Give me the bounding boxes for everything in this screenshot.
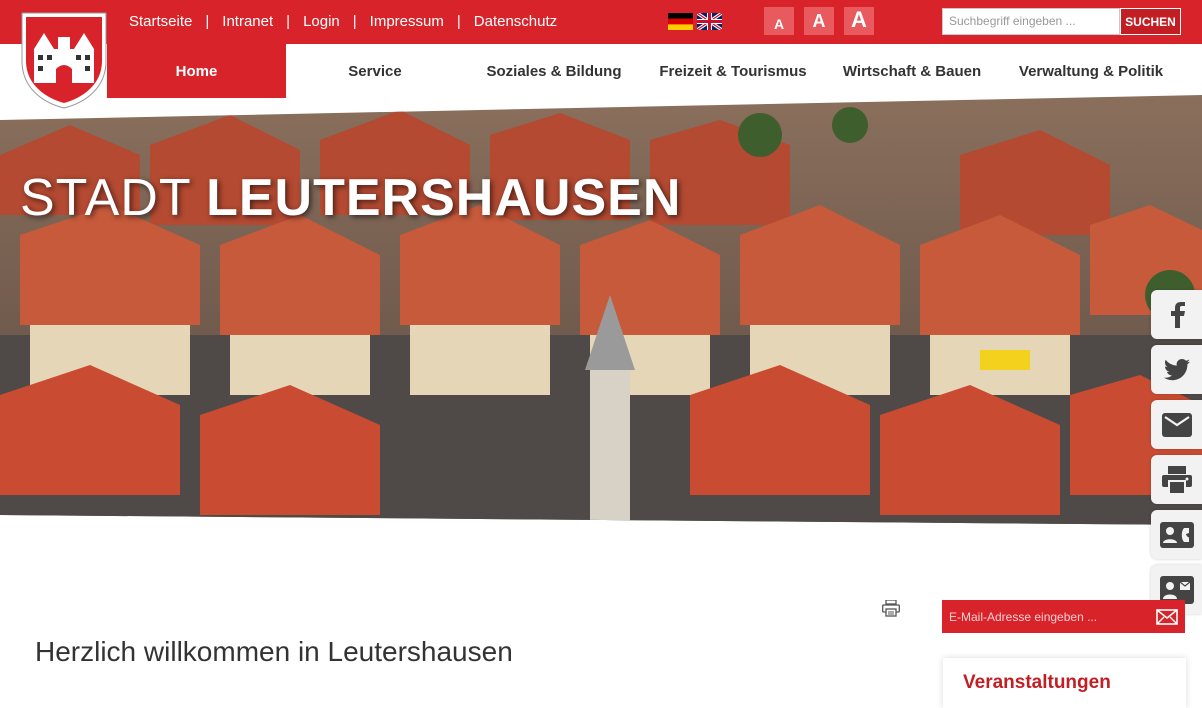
font-size-switcher: A A A [764, 7, 874, 35]
search-input[interactable]: Suchbegriff eingeben ... [942, 8, 1120, 35]
twitter-icon [1163, 358, 1190, 380]
newsletter-form: E-Mail-Adresse eingeben ... [942, 600, 1185, 633]
topnav-impressum[interactable]: Impressum [370, 13, 444, 30]
print-icon[interactable] [882, 600, 900, 617]
topnav-datenschutz[interactable]: Datenschutz [474, 13, 557, 30]
twitter-share[interactable] [1151, 345, 1202, 394]
events-box: Veranstaltungen [943, 658, 1186, 708]
welcome-heading: Herzlich willkommen in Leutershausen [35, 636, 513, 667]
language-switcher [668, 13, 722, 30]
nav-home[interactable]: Home [107, 44, 286, 98]
newsletter-email-input[interactable]: E-Mail-Adresse eingeben ... [942, 610, 1155, 624]
topnav-separator: | [286, 13, 291, 30]
nav-service[interactable]: Service [300, 44, 450, 98]
nav-verwaltung-politik[interactable]: Verwaltung & Politik [1006, 44, 1176, 98]
hero-title-bold: LEUTERSHAUSEN [206, 169, 682, 227]
contact-link[interactable] [1151, 510, 1202, 559]
top-navigation: Startseite | Intranet | Login | Impressu… [129, 13, 557, 30]
topnav-separator: | [456, 13, 461, 30]
hero-banner: STADT LEUTERSHAUSEN [0, 95, 1202, 535]
uk-flag-icon[interactable] [697, 13, 722, 30]
topnav-separator: | [205, 13, 210, 30]
font-size-medium-button[interactable]: A [804, 7, 834, 35]
hero-title: STADT LEUTERSHAUSEN [20, 168, 681, 228]
search-form: Suchbegriff eingeben ... SUCHEN [942, 8, 1181, 35]
main-navigation: Home Service Soziales & Bildung Freizeit… [0, 44, 1202, 98]
font-size-large-button[interactable]: A [844, 7, 874, 35]
contact-card-icon [1159, 521, 1194, 548]
nav-soziales-bildung[interactable]: Soziales & Bildung [474, 44, 634, 98]
print-icon [1161, 465, 1192, 494]
topnav-login[interactable]: Login [303, 13, 340, 30]
facebook-share[interactable] [1151, 290, 1202, 339]
font-size-small-button[interactable]: A [764, 7, 794, 35]
german-flag-icon[interactable] [668, 13, 693, 30]
events-title[interactable]: Veranstaltungen [963, 672, 1111, 694]
mail-submit-icon[interactable] [1155, 607, 1179, 627]
topnav-separator: | [352, 13, 357, 30]
hero-town-image [0, 95, 1202, 525]
coat-of-arms-logo[interactable] [20, 11, 108, 109]
search-button[interactable]: SUCHEN [1120, 8, 1181, 35]
email-icon [1161, 412, 1192, 437]
topnav-intranet[interactable]: Intranet [222, 13, 273, 30]
nav-wirtschaft-bauen[interactable]: Wirtschaft & Bauen [832, 44, 992, 98]
topnav-startseite[interactable]: Startseite [129, 13, 192, 30]
nav-freizeit-tourismus[interactable]: Freizeit & Tourismus [648, 44, 818, 98]
hero-title-light: STADT [20, 169, 191, 227]
facebook-icon [1170, 301, 1185, 328]
email-share[interactable] [1151, 400, 1202, 449]
print-page[interactable] [1151, 455, 1202, 504]
